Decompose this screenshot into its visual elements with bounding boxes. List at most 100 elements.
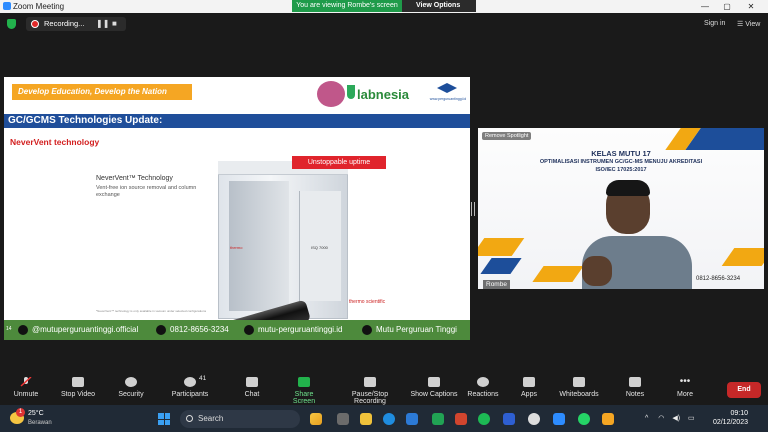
search-label: Search	[198, 414, 224, 423]
reactions-icon	[477, 377, 489, 387]
weather-widget[interactable]: 1 25°C Berawan	[10, 408, 70, 430]
footer-youtube-text: Mutu Perguruan Tinggi	[376, 325, 457, 335]
footer-instagram: @mutuperguruantinggi.official	[18, 325, 138, 335]
minimize-icon[interactable]: —	[696, 0, 714, 13]
weather-desc: Berawan	[28, 420, 52, 426]
remove-spotlight-button[interactable]: Remove Spotlight	[482, 132, 532, 140]
unmute-label: Unmute	[13, 391, 39, 398]
video-tile[interactable]: KELAS MUTU 17 OPTIMALISASI INSTRUMEN GC/…	[478, 128, 764, 289]
participants-count: 41	[199, 375, 207, 382]
nevervent-title: NeverVent™ Technology	[96, 175, 173, 182]
file-explorer-icon[interactable]	[360, 413, 372, 425]
slide-header: GC/GCMS Technologies Update:	[4, 114, 470, 128]
maximize-icon[interactable]: ▢	[718, 0, 736, 13]
chat-button[interactable]: Chat	[240, 371, 264, 405]
zoom-taskbar-icon[interactable]	[553, 413, 565, 425]
spotify-icon[interactable]	[478, 413, 490, 425]
reactions-label: Reactions	[467, 391, 499, 398]
share-screen-icon	[298, 377, 310, 387]
weather-temp: 25°C	[28, 410, 44, 417]
share-screen-label: Share Screen	[292, 391, 316, 405]
windows-taskbar: 1 25°C Berawan Search ^ ◠ ◀) ▭ 09:10 02/…	[0, 405, 768, 432]
security-shield-icon[interactable]	[7, 19, 16, 29]
speaker-hair	[606, 180, 650, 196]
labnesia-logo: labnesia	[357, 87, 410, 102]
footer-instagram-text: @mutuperguruantinggi.official	[32, 325, 139, 335]
view-options-button[interactable]: View Options	[402, 0, 476, 12]
clock-date: 02/12/2023	[712, 419, 748, 426]
unmute-button[interactable]: Unmute	[8, 371, 44, 405]
slide-footnote: *NeverVent™ technology is only available…	[96, 309, 207, 313]
task-view-icon[interactable]	[337, 413, 349, 425]
whiteboard-icon	[573, 377, 585, 387]
recording-dot-icon	[31, 20, 39, 28]
recording-label: Recording...	[44, 19, 85, 28]
system-tray[interactable]: ^ ◠ ◀) ▭	[645, 414, 695, 422]
pause-recording-label: Pause/Stop Recording	[351, 391, 389, 405]
shield-icon	[125, 377, 137, 387]
edge-browser-icon[interactable]	[383, 413, 395, 425]
powerpoint-icon[interactable]	[455, 413, 467, 425]
chrome-icon[interactable]	[528, 413, 540, 425]
pause-stop-recording-button[interactable]: Pause/Stop Recording	[336, 371, 404, 405]
weather-badge: 1	[16, 408, 25, 417]
slide-tagline: Develop Education, Develop the Nation	[12, 84, 192, 100]
taskbar-search[interactable]: Search	[180, 410, 300, 428]
view-button[interactable]: ☰ View	[737, 20, 760, 28]
security-button[interactable]: Security	[115, 371, 147, 405]
pause-recording-icon[interactable]: ❚❚	[96, 17, 109, 31]
participants-label: Participants	[171, 391, 209, 398]
windows-start-icon[interactable]	[158, 413, 170, 425]
footer-youtube: Mutu Perguruan Tinggi	[362, 325, 457, 335]
security-label: Security	[118, 391, 144, 398]
speaker-icon[interactable]: ◀)	[672, 415, 680, 422]
footer-web-text: mutu-perguruantinggi.id	[258, 325, 343, 335]
search-icon	[186, 415, 193, 422]
zoom-app-icon	[3, 2, 11, 10]
stop-recording-icon[interactable]: ■	[112, 17, 117, 31]
share-screen-button[interactable]: Share Screen	[283, 371, 325, 405]
thermo-scientific-logo: thermo scientific	[349, 299, 386, 305]
whatsapp-icon	[156, 325, 166, 335]
close-icon[interactable]: ✕	[742, 0, 760, 13]
apps-icon	[523, 377, 535, 387]
logo3-text: www.perguruantinggi.id	[429, 97, 467, 101]
clock-time: 09:10	[730, 410, 748, 417]
notes-button[interactable]: Notes	[624, 371, 646, 405]
apps-button[interactable]: Apps	[518, 371, 540, 405]
whatsapp-taskbar-icon[interactable]	[578, 413, 590, 425]
show-captions-button[interactable]: Show Captions	[410, 371, 458, 405]
window-title: Zoom Meeting	[13, 2, 65, 11]
taskbar-clock[interactable]: 09:10 02/12/2023	[708, 409, 748, 427]
end-meeting-button[interactable]: End	[727, 382, 761, 398]
stop-video-button[interactable]: Stop Video	[58, 371, 98, 405]
more-icon: •••	[679, 376, 691, 387]
reactions-button[interactable]: Reactions	[466, 371, 500, 405]
instagram-icon	[18, 325, 28, 335]
widget-app-icon[interactable]	[310, 413, 322, 425]
video-camera-icon	[72, 377, 84, 387]
whiteboards-label: Whiteboards	[559, 391, 599, 398]
splitter-handle[interactable]	[471, 202, 475, 216]
more-button[interactable]: ••• More	[674, 371, 696, 405]
participants-button[interactable]: 41 Participants	[170, 371, 210, 405]
notes-label: Notes	[625, 391, 645, 398]
slide-logos: labnesia www.perguruantinggi.id	[317, 79, 467, 109]
notes-app-icon[interactable]	[602, 413, 614, 425]
chevron-up-icon[interactable]: ^	[645, 415, 648, 422]
pause-recording-icon	[364, 377, 376, 387]
participants-icon	[184, 377, 196, 387]
captions-icon	[428, 377, 440, 387]
recording-indicator: Recording... ❚❚ ■	[26, 17, 126, 31]
wifi-icon[interactable]: ◠	[658, 415, 664, 422]
sign-in-link[interactable]: Sign in	[704, 20, 725, 27]
whiteboards-button[interactable]: Whiteboards	[558, 371, 600, 405]
battery-icon[interactable]: ▭	[688, 415, 695, 422]
store-icon[interactable]	[406, 413, 418, 425]
excel-icon[interactable]	[432, 413, 444, 425]
stop-video-label: Stop Video	[60, 391, 96, 398]
video-phone: 0812-8656-3234	[696, 276, 741, 282]
word-icon[interactable]	[503, 413, 515, 425]
web-icon	[244, 325, 254, 335]
slide-subhead: NeverVent technology	[10, 137, 100, 147]
